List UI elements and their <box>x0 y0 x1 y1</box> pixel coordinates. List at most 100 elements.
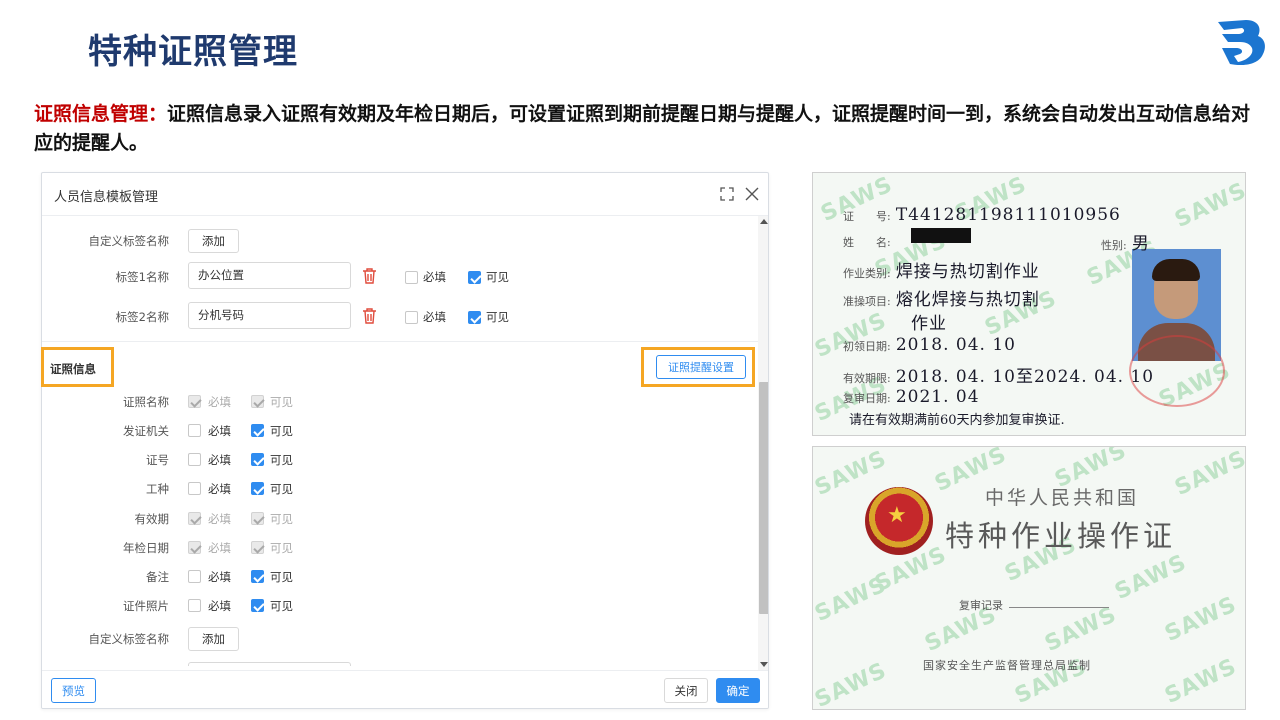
scroll-down-icon[interactable] <box>760 662 768 667</box>
visible-checkbox[interactable] <box>251 424 264 437</box>
field-label: 有效期 <box>134 512 170 526</box>
visible-label: 可见 <box>270 512 293 526</box>
tag-label: 标签1名称 <box>115 270 169 284</box>
visible-checkbox[interactable] <box>251 570 264 583</box>
highlight-box-reminder <box>641 347 755 387</box>
visible-checkbox[interactable] <box>251 599 264 612</box>
field-row: 工种 必填 可见 <box>42 474 758 504</box>
watermark: SAWS <box>1041 602 1121 657</box>
fullscreen-icon[interactable] <box>718 185 736 203</box>
required-checkbox[interactable] <box>188 395 201 408</box>
field-row: 备注 必填 可见 <box>42 562 758 592</box>
required-label: 必填 <box>208 512 231 526</box>
visible-label: 可见 <box>270 453 293 467</box>
field-row: 有效期 必填 可见 <box>42 504 758 534</box>
visible-checkbox[interactable] <box>251 541 264 554</box>
tag-value-input[interactable]: 办公位置 <box>188 262 351 289</box>
confirm-button[interactable]: 确定 <box>716 678 760 703</box>
cert-title: 特种作业操作证 <box>945 519 1177 553</box>
visible-checkbox[interactable] <box>251 512 264 525</box>
required-label: 必填 <box>423 270 446 284</box>
visible-label: 可见 <box>486 270 509 284</box>
visible-label: 可见 <box>270 599 293 613</box>
description-label: 证照信息管理： <box>34 103 168 125</box>
required-checkbox[interactable] <box>188 570 201 583</box>
watermark: SAWS <box>1161 654 1241 709</box>
record-line <box>1009 607 1109 608</box>
required-checkbox[interactable] <box>188 512 201 525</box>
visible-label: 可见 <box>270 541 293 555</box>
field-label: 年检日期 <box>123 541 169 555</box>
field-label: 工种 <box>146 482 169 496</box>
visible-checkbox[interactable] <box>251 453 264 466</box>
required-checkbox[interactable] <box>405 311 418 324</box>
required-label: 必填 <box>423 310 446 324</box>
required-checkbox[interactable] <box>188 424 201 437</box>
cert-review-key: 复审日期: <box>843 392 891 405</box>
partial-input[interactable] <box>188 662 351 666</box>
close-icon[interactable] <box>743 185 761 203</box>
custom-tag-row: 自定义标签名称 添加 <box>42 624 758 654</box>
close-button[interactable]: 关闭 <box>664 678 708 703</box>
required-checkbox[interactable] <box>188 453 201 466</box>
visible-checkbox[interactable] <box>468 271 481 284</box>
description-text: 证照信息录入证照有效期及年检日期后，可设置证照到期前提醒日期与提醒人，证照提醒时… <box>34 103 1251 154</box>
scrollbar[interactable] <box>758 216 768 670</box>
field-label: 证照名称 <box>123 395 169 409</box>
cert-item-value: 熔化焊接与热切割 <box>895 290 1040 310</box>
certificate-front-image: SAWS SAWS SAWS SAWS SAWS SAWS SAWS SAWS … <box>812 172 1246 436</box>
feature-description: 证照信息管理：证照信息录入证照有效期及年检日期后，可设置证照到期前提醒日期与提醒… <box>34 100 1264 158</box>
tag-value-input[interactable]: 分机号码 <box>188 302 351 329</box>
watermark: SAWS <box>1171 446 1246 501</box>
required-label: 必填 <box>208 482 231 496</box>
cert-sex-key: 性别: <box>1101 239 1127 252</box>
required-label: 必填 <box>208 395 231 409</box>
visible-label: 可见 <box>270 570 293 584</box>
scroll-thumb[interactable] <box>759 382 768 614</box>
visible-label: 可见 <box>270 424 293 438</box>
dialog-title: 人员信息模板管理 <box>54 190 159 205</box>
visible-label: 可见 <box>486 310 509 324</box>
required-label: 必填 <box>208 599 231 613</box>
visible-checkbox[interactable] <box>251 482 264 495</box>
cert-item-key: 准操项目: <box>843 295 891 308</box>
required-label: 必填 <box>208 541 231 555</box>
watermark: SAWS <box>812 572 891 627</box>
visible-checkbox[interactable] <box>468 311 481 324</box>
add-tag-button[interactable]: 添加 <box>188 229 239 253</box>
required-checkbox[interactable] <box>405 271 418 284</box>
watermark: SAWS <box>812 658 891 710</box>
delete-icon[interactable] <box>361 267 378 285</box>
dialog-body: 自定义标签名称 添加 标签1名称 办公位置 必填 可见 标签2名称 分机号码 必… <box>42 216 758 666</box>
add-tag-button[interactable]: 添加 <box>188 627 239 651</box>
watermark: SAWS <box>1161 592 1241 647</box>
delete-icon[interactable] <box>361 307 378 325</box>
visible-label: 可见 <box>270 482 293 496</box>
cert-issuer: 国家安全生产监督管理总局监制 <box>923 659 1091 672</box>
field-label: 证号 <box>146 453 169 467</box>
divider <box>42 341 758 342</box>
required-checkbox[interactable] <box>188 482 201 495</box>
certificate-cover-image: SAWS SAWS SAWS SAWS SAWS SAWS SAWS SAWS … <box>812 446 1246 710</box>
cert-country: 中华人民共和国 <box>985 487 1140 509</box>
required-checkbox[interactable] <box>188 541 201 554</box>
field-row: 证照名称 必填 可见 <box>42 387 758 417</box>
custom-tag-label: 自定义标签名称 <box>88 632 170 646</box>
cert-first-value: 2018. 04. 10 <box>895 335 1016 355</box>
cert-sex-value: 男 <box>1131 234 1150 254</box>
preview-button[interactable]: 预览 <box>51 678 96 703</box>
dialog-header: 人员信息模板管理 <box>42 173 768 216</box>
required-checkbox[interactable] <box>188 599 201 612</box>
visible-checkbox[interactable] <box>251 395 264 408</box>
dialog-footer: 预览 关闭 确定 <box>42 670 768 708</box>
cert-name-key: 姓 名: <box>843 236 891 249</box>
tag-label: 标签2名称 <box>115 310 169 324</box>
cert-item-value-2: 作业 <box>911 314 947 334</box>
cert-valid-value: 2018. 04. 10至2024. 04. 10 <box>895 367 1155 387</box>
field-row: 年检日期 必填 可见 <box>42 533 758 563</box>
field-label: 备注 <box>146 570 169 584</box>
required-label: 必填 <box>208 424 231 438</box>
field-label: 证件照片 <box>123 599 169 613</box>
scroll-up-icon[interactable] <box>760 219 768 224</box>
brand-logo-icon <box>1212 18 1268 68</box>
